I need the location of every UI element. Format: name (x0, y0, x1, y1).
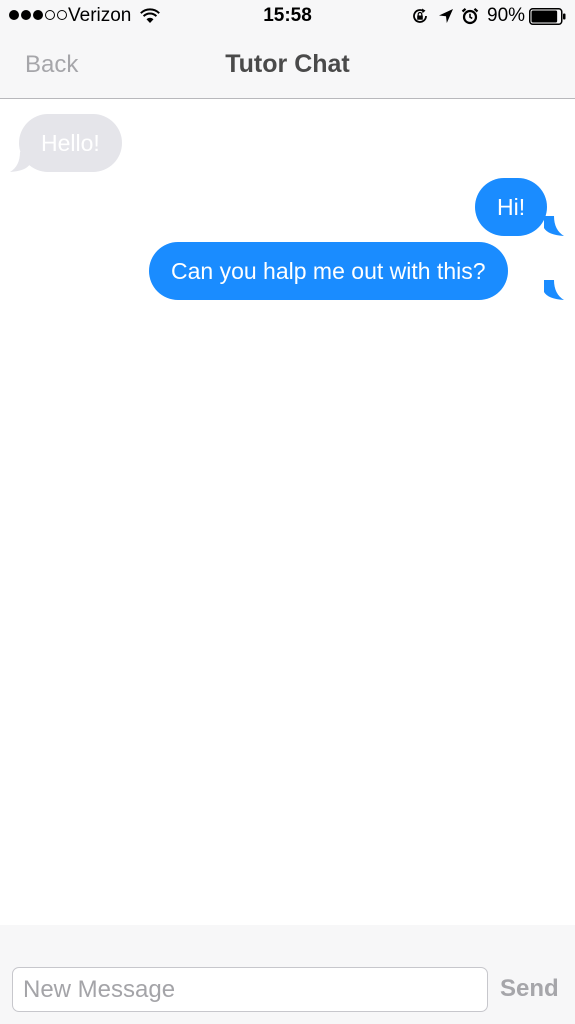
message-list: Hello! Hi! Can you halp me out with this… (0, 100, 575, 925)
page-title: Tutor Chat (225, 50, 350, 78)
battery-percentage: 90% (487, 5, 526, 26)
outgoing-bubble-tail (544, 216, 564, 236)
cellular-signal-icon (9, 10, 67, 20)
signal-dot (57, 10, 67, 20)
incoming-bubble-tail (10, 152, 30, 172)
rotation-lock-icon (413, 8, 427, 23)
battery-icon (529, 8, 566, 25)
message-input[interactable] (12, 967, 488, 1012)
signal-dot (33, 10, 43, 20)
message-text: Can you halp me out with this? (171, 258, 486, 284)
status-bar: Verizon 15:58 90% (0, 0, 575, 32)
battery-fill (531, 10, 558, 23)
carrier-name: Verizon (68, 5, 132, 26)
location-arrow-icon (439, 9, 453, 23)
header-area: Verizon 15:58 90% Back Tutor Chat (0, 0, 575, 99)
signal-dot (9, 10, 19, 20)
message-text: Hello! (41, 130, 100, 156)
message-text: Hi! (497, 194, 526, 220)
composer-bar: Send (0, 925, 575, 1024)
wifi-icon (140, 8, 160, 23)
outgoing-message-bubble: Can you halp me out with this? (149, 242, 508, 300)
outgoing-bubble-tail (544, 280, 564, 300)
navigation-bar: Back Tutor Chat (0, 32, 575, 98)
signal-dot (21, 10, 31, 20)
alarm-icon (461, 7, 479, 25)
send-button[interactable]: Send (500, 975, 559, 1003)
chat-screen: Verizon 15:58 90% Back Tutor Chat Hello!… (0, 0, 575, 1024)
back-button[interactable]: Back (25, 51, 78, 79)
signal-dot (45, 10, 55, 20)
